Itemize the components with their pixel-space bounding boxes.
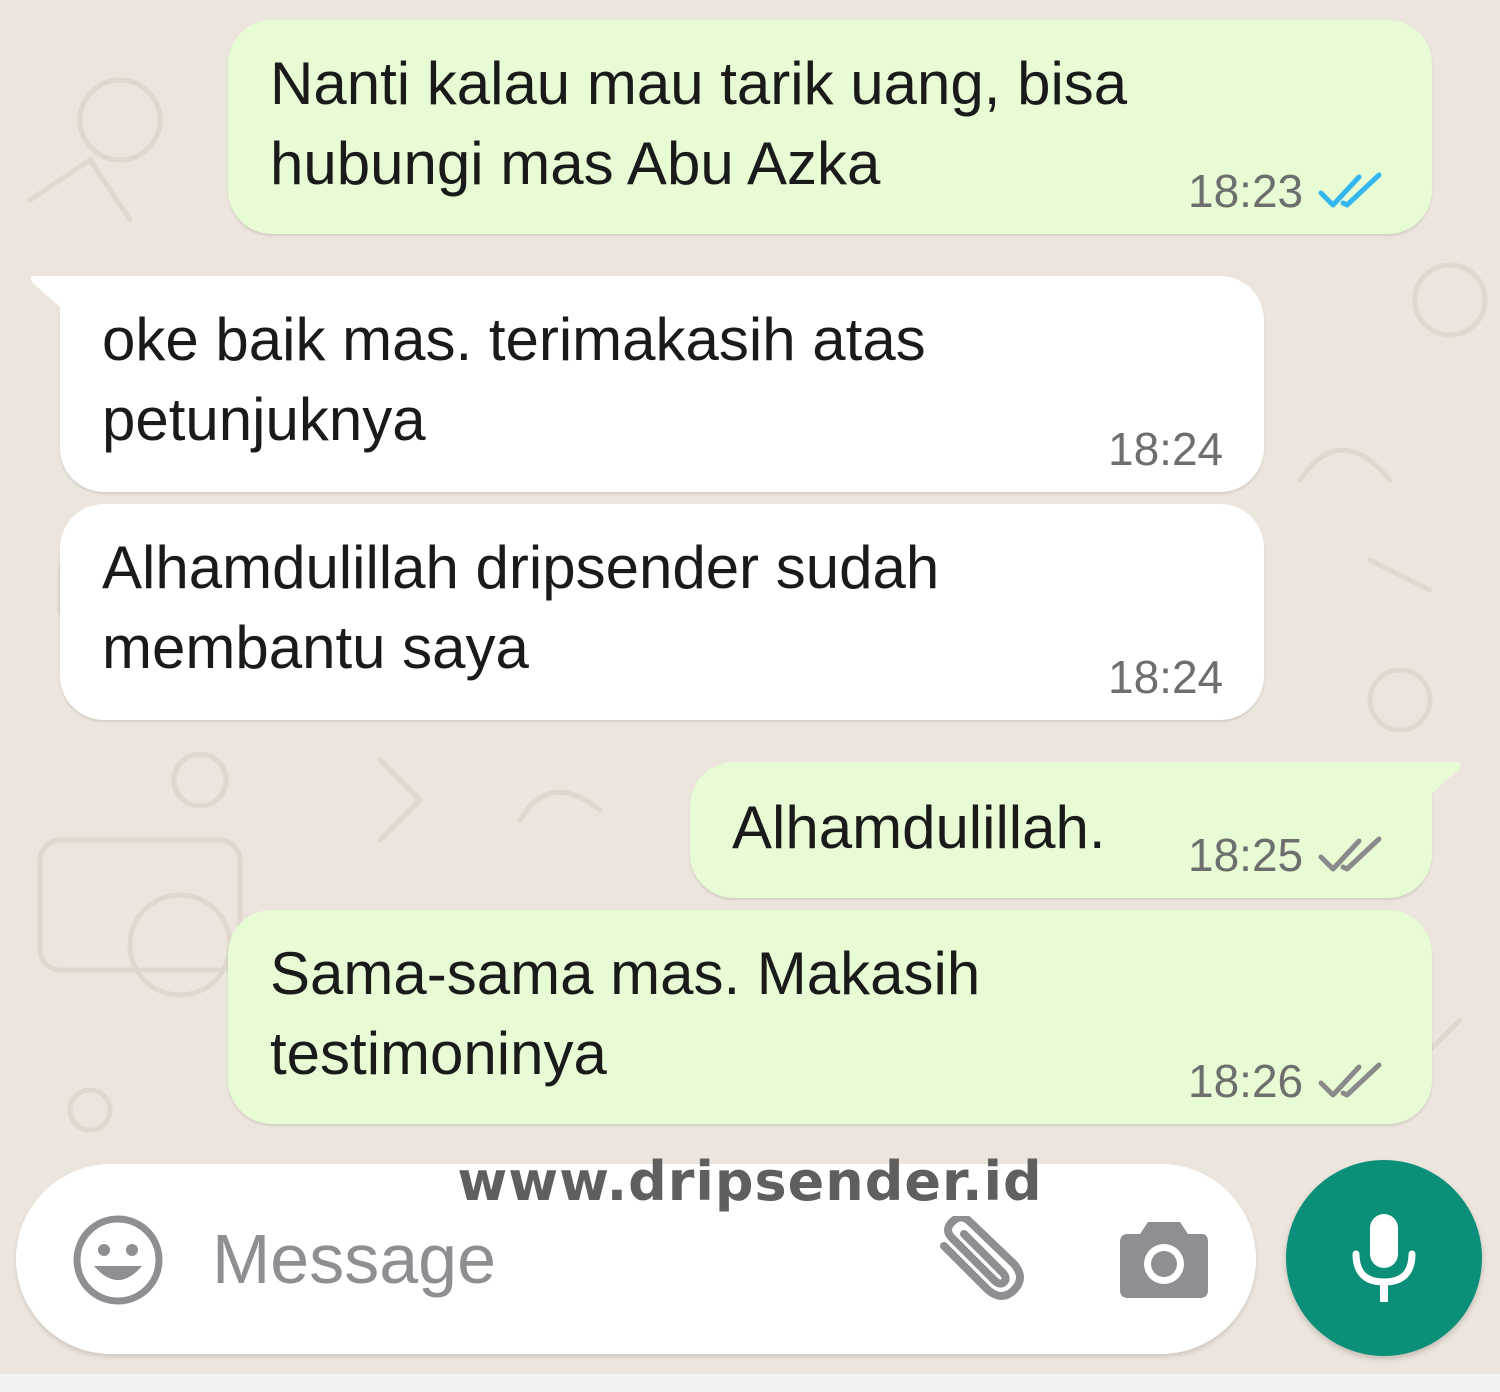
mic-icon	[1352, 1214, 1416, 1302]
message-time: 18:25	[1188, 829, 1304, 881]
message-text: Nanti kalau mau tarik uang, bisa hubungi…	[270, 50, 1128, 197]
message-text: Alhamdulillah dripsender sudah membantu …	[102, 534, 940, 681]
message-text: Sama-sama mas. Makasih testimoninya	[270, 940, 981, 1087]
message-text: Alhamdulillah.	[732, 794, 1106, 861]
message-composer	[16, 1164, 1256, 1354]
message-time: 18:24	[1108, 651, 1224, 703]
message-text: oke baik mas. terimakasih atas petunjukn…	[102, 306, 926, 453]
bubble-tail	[1422, 762, 1461, 802]
message-bubble-incoming[interactable]: Alhamdulillah dripsender sudah membantu …	[60, 504, 1264, 720]
bottom-strip	[0, 1374, 1500, 1392]
message-bubble-outgoing[interactable]: Nanti kalau mau tarik uang, bisa hubungi…	[228, 20, 1432, 234]
double-check-icon	[1317, 835, 1387, 875]
message-meta: 18:24	[1108, 652, 1223, 702]
message-bubble-incoming[interactable]: oke baik mas. terimakasih atas petunjukn…	[31, 276, 1264, 492]
mic-button[interactable]	[1286, 1160, 1482, 1356]
message-meta: 18:23	[1188, 166, 1387, 216]
message-time: 18:23	[1188, 165, 1304, 217]
emoji-icon[interactable]	[72, 1214, 164, 1306]
message-bubble-outgoing[interactable]: Alhamdulillah. 18:25	[690, 762, 1461, 898]
double-check-icon	[1317, 171, 1387, 211]
message-time: 18:24	[1108, 423, 1224, 475]
message-bubble-outgoing[interactable]: Sama-sama mas. Makasih testimoninya 18:2…	[228, 910, 1432, 1124]
message-time: 18:26	[1188, 1055, 1304, 1107]
bubble-tail	[31, 276, 70, 316]
message-meta: 18:24	[1108, 424, 1223, 474]
double-check-icon	[1317, 1061, 1387, 1101]
paperclip-icon[interactable]	[930, 1213, 1030, 1306]
message-meta: 18:26	[1188, 1056, 1387, 1106]
message-meta: 18:25	[1188, 830, 1387, 880]
message-input[interactable]	[212, 1204, 912, 1314]
camera-icon[interactable]	[1118, 1214, 1210, 1300]
